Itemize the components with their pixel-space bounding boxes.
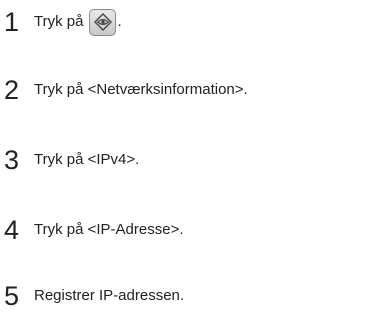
step-5: 5 Registrer IP-adressen.: [4, 278, 184, 314]
step-1: 1 Tryk på .: [4, 4, 122, 40]
step-text: Tryk på: [34, 13, 84, 30]
home-key-icon: [89, 8, 117, 36]
step-text: Registrer IP-adressen.: [34, 287, 185, 304]
step-text-suffix: .: [117, 13, 122, 30]
instruction-steps: 1 Tryk på . 2 Tryk på <Netværksinformati…: [0, 0, 371, 311]
step-number: 4: [4, 215, 20, 245]
step-number: 5: [4, 281, 20, 311]
step-3: 3 Tryk på <IPv4>.: [4, 142, 139, 178]
step-number: 1: [4, 7, 20, 37]
step-2: 2 Tryk på <Netværksinformation>.: [4, 72, 248, 108]
step-4: 4 Tryk på <IP-Adresse>.: [4, 212, 184, 248]
step-text: Tryk på <Netværksinformation>.: [34, 81, 248, 98]
step-text: Tryk på <IP-Adresse>.: [34, 221, 184, 238]
step-text: Tryk på <IPv4>.: [34, 151, 140, 168]
step-number: 2: [4, 75, 20, 105]
step-number: 3: [4, 145, 20, 175]
